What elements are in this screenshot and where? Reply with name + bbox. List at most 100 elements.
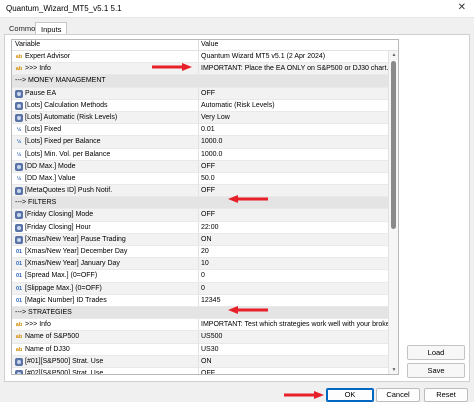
- table-row[interactable]: [#02][S&P500] Strat. Use OFF: [12, 367, 388, 374]
- enum-icon: [15, 235, 23, 244]
- row-value[interactable]: OFF: [201, 187, 215, 194]
- row-value[interactable]: US30: [201, 346, 219, 353]
- row-value[interactable]: OFF: [201, 370, 215, 374]
- enum-icon: [15, 101, 23, 110]
- table-row[interactable]: [Friday Closing] Mode OFF: [12, 209, 388, 222]
- annotation-arrow-icon: [284, 391, 324, 399]
- inputs-panel: Variable Value ab Expert Advisor Quantum W…: [4, 34, 470, 382]
- row-value[interactable]: Quantum Wizard MT5 v5.1 (2 Apr 2024): [201, 53, 325, 60]
- section-row[interactable]: ---> MONEY MANAGEMENT: [12, 75, 388, 88]
- table-row[interactable]: 01 [Slippage Max.] (0=OFF) 0: [12, 282, 388, 295]
- row-value[interactable]: OFF: [201, 211, 215, 218]
- row-value[interactable]: 12345: [201, 297, 220, 304]
- grid-rows: ab Expert Advisor Quantum Wizard MT5 v5.1 …: [12, 51, 394, 374]
- table-row[interactable]: [DD Max.] Mode OFF: [12, 160, 388, 173]
- table-row[interactable]: Pause EA OFF: [12, 87, 388, 100]
- row-value[interactable]: 10: [201, 260, 209, 267]
- row-variable-name: Name of S&P500: [25, 333, 80, 341]
- scroll-up-icon[interactable]: ▲: [389, 51, 398, 59]
- row-value[interactable]: Automatic (Risk Levels): [201, 102, 275, 109]
- row-value[interactable]: 0: [201, 272, 205, 279]
- column-divider: [198, 355, 199, 367]
- table-row[interactable]: ½ [Lots] Fixed per Balance 1000.0: [12, 136, 388, 149]
- table-row[interactable]: ½ [DD Max.] Value 50.0: [12, 172, 388, 186]
- enum-icon: [15, 223, 23, 232]
- column-divider: [198, 63, 199, 75]
- scrollbar-thumb[interactable]: [391, 61, 396, 229]
- section-row[interactable]: ---> FILTERS: [12, 197, 388, 210]
- row-value[interactable]: ON: [201, 236, 212, 243]
- cancel-button[interactable]: Cancel: [376, 388, 420, 402]
- row-value[interactable]: 0: [201, 285, 205, 292]
- row-value[interactable]: 1000.0: [201, 138, 222, 145]
- table-row[interactable]: [Friday Closing] Hour 22:00: [12, 221, 388, 234]
- row-value[interactable]: IMPORTANT: Place the EA ONLY on S&P500 o…: [201, 65, 388, 72]
- column-divider: [198, 111, 199, 124]
- column-divider: [198, 99, 199, 111]
- annotation-arrow-icon: [228, 306, 268, 314]
- scroll-down-icon[interactable]: ▼: [389, 366, 398, 374]
- text-icon: ab: [15, 334, 23, 341]
- double-icon: ½: [16, 139, 22, 146]
- row-variable-name: Pause EA: [25, 89, 57, 97]
- table-row[interactable]: 01 [Magic Number] ID Trades 12345: [12, 294, 388, 307]
- enum-icon: [15, 357, 23, 366]
- row-value[interactable]: 20: [201, 248, 209, 255]
- enum-icon: [15, 187, 23, 196]
- row-value[interactable]: 0.01: [201, 126, 215, 133]
- row-variable-name: ---> MONEY MANAGEMENT: [15, 77, 106, 85]
- row-value[interactable]: 22:00: [201, 224, 219, 231]
- section-row[interactable]: ---> STRATEGIES: [12, 306, 388, 320]
- table-row[interactable]: 01 [Xmas/New Year] January Day 10: [12, 258, 388, 271]
- row-value[interactable]: Very Low: [201, 114, 230, 121]
- row-variable-name: [DD Max.] Mode: [25, 162, 76, 170]
- column-divider: [198, 367, 199, 374]
- reset-button[interactable]: Reset: [424, 388, 468, 402]
- row-variable-name: [Lots] Fixed per Balance: [25, 138, 101, 146]
- table-row[interactable]: ½ [Lots] Min. Vol. per Balance 1000.0: [12, 148, 388, 161]
- grid-header: Variable Value: [12, 40, 398, 51]
- row-variable-name: [Lots] Automatic (Risk Levels): [25, 113, 118, 121]
- table-row[interactable]: [Lots] Calculation Methods Automatic (Ris…: [12, 99, 388, 112]
- column-divider[interactable]: [198, 40, 199, 51]
- int-icon: 01: [15, 249, 23, 255]
- save-button[interactable]: Save: [407, 363, 465, 378]
- close-icon[interactable]: ✕: [458, 2, 466, 13]
- table-row[interactable]: ab >>> Info IMPORTANT: Place the EA ONLY o…: [12, 63, 388, 76]
- int-icon: 01: [15, 285, 23, 292]
- table-row[interactable]: [MetaQuotes ID] Push Notif. OFF: [12, 185, 388, 198]
- table-row[interactable]: [Xmas/New Year] Pause Trading ON: [12, 233, 388, 246]
- load-button[interactable]: Load: [407, 345, 465, 360]
- row-value[interactable]: IMPORTANT: Test which strategies work we…: [201, 321, 394, 328]
- table-row[interactable]: ab Name of DJ30 US30: [12, 343, 388, 356]
- row-value[interactable]: US500: [201, 333, 222, 340]
- table-row[interactable]: ab Expert Advisor Quantum Wizard MT5 v5.1 …: [12, 51, 388, 64]
- ok-button[interactable]: OK: [326, 388, 374, 402]
- int-icon: 01: [15, 261, 23, 268]
- table-row[interactable]: ½ [Lots] Fixed 0.01: [12, 124, 388, 137]
- vertical-scrollbar[interactable]: ▲ ▼: [388, 51, 398, 374]
- enum-icon: [15, 369, 23, 374]
- row-value[interactable]: OFF: [201, 90, 215, 97]
- row-variable-name: [Spread Max.] (0=OFF): [25, 272, 98, 280]
- table-row[interactable]: 01 [Xmas/New Year] December Day 20: [12, 246, 388, 259]
- row-variable-name: [Xmas/New Year] January Day: [25, 260, 120, 268]
- column-divider: [198, 282, 199, 294]
- row-value[interactable]: OFF: [201, 163, 215, 170]
- int-icon: 01: [15, 273, 23, 280]
- column-header-variable[interactable]: Variable: [15, 41, 40, 48]
- row-value[interactable]: ON: [201, 358, 212, 365]
- column-header-value[interactable]: Value: [201, 41, 218, 48]
- row-value[interactable]: 50.0: [201, 175, 215, 182]
- table-row[interactable]: [#01][S&P500] Strat. Use ON: [12, 355, 388, 368]
- row-variable-name: [Xmas/New Year] Pause Trading: [25, 235, 126, 243]
- table-row[interactable]: 01 [Spread Max.] (0=OFF) 0: [12, 270, 388, 283]
- column-divider: [198, 75, 199, 87]
- table-row[interactable]: ab >>> Info IMPORTANT: Test which strategi…: [12, 319, 394, 332]
- column-divider: [198, 87, 199, 99]
- double-icon: ½: [16, 175, 22, 182]
- text-icon: ab: [15, 54, 23, 60]
- table-row[interactable]: ab Name of S&P500 US500: [12, 331, 388, 344]
- table-row[interactable]: [Lots] Automatic (Risk Levels) Very Low: [12, 111, 388, 125]
- row-value[interactable]: 1000.0: [201, 151, 222, 158]
